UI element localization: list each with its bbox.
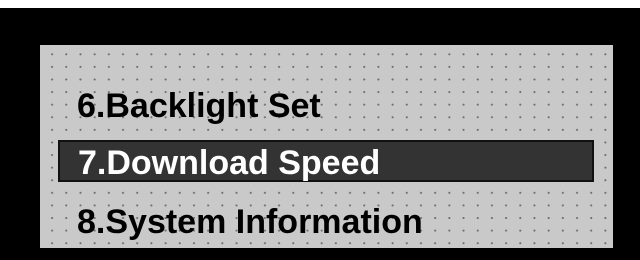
menu-item-download-speed-selected[interactable]: 7.Download Speed	[58, 140, 594, 182]
menu-item-label: 7.Download Speed	[78, 144, 381, 182]
device-bezel: 6.Backlight Set 7.Download Speed 8.Syste…	[0, 8, 640, 260]
lcd-screen: 6.Backlight Set 7.Download Speed 8.Syste…	[40, 45, 613, 248]
menu-item-system-information[interactable]: 8.System Information	[59, 203, 599, 241]
menu-item-label: 8.System Information	[77, 203, 423, 241]
menu-item-backlight-set[interactable]: 6.Backlight Set	[59, 87, 599, 125]
menu-item-label: 6.Backlight Set	[77, 87, 321, 125]
